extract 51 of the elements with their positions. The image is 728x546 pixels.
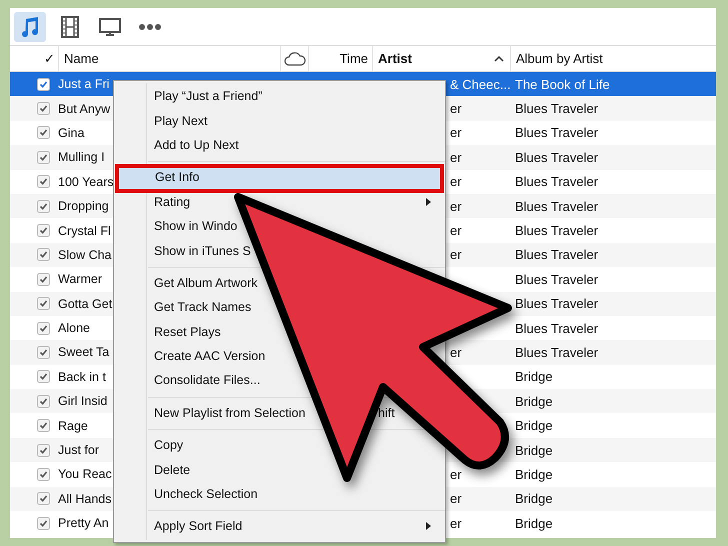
track-name: Slow Cha (58, 248, 112, 262)
album-name: Blues Traveler (515, 296, 598, 312)
album-name: Blues Traveler (515, 198, 598, 214)
album-name: Blues Traveler (515, 247, 598, 262)
track-name: Just a Fri (58, 77, 110, 92)
track-name: 100 Years (58, 174, 114, 189)
track-name: Alone (58, 321, 90, 336)
album-name: Blues Traveler (515, 320, 598, 336)
album-name: Blues Traveler (515, 101, 598, 116)
track-name: Dropping (58, 199, 109, 214)
artist-name: er (450, 198, 462, 214)
album-name: Bridge (515, 442, 553, 458)
artist-name: er (450, 466, 462, 482)
artist-name: er (450, 344, 462, 360)
track-name: Mulling I (58, 150, 105, 164)
album-name: Bridge (515, 466, 553, 482)
album-name: Blues Traveler (515, 125, 598, 140)
album-name: Blues Traveler (515, 272, 598, 287)
track-name: Rage (58, 418, 88, 433)
track-name: Girl Insid (58, 394, 108, 408)
album-name: Bridge (515, 491, 553, 506)
track-name: But Anyw (58, 102, 110, 116)
album-name: Blues Traveler (515, 174, 598, 190)
artist-name: er (450, 174, 462, 190)
track-name: Pretty An (58, 516, 109, 530)
track-name: Back in t (58, 370, 106, 384)
album-name: Bridge (515, 394, 553, 409)
artist-name: & Cheec... (450, 76, 511, 92)
track-name: Warmer (58, 272, 102, 286)
artist-name: er (450, 491, 462, 506)
artist-name: er (450, 223, 462, 238)
track-name: Sweet Ta (58, 345, 110, 360)
album-name: Blues Traveler (515, 223, 598, 238)
track-name: Gina (58, 126, 84, 140)
artist-name: er (450, 101, 462, 116)
artist-name: er (450, 516, 462, 531)
album-name: Blues Traveler (515, 150, 598, 165)
artist-name: er (450, 247, 462, 262)
album-name: The Book of Life (515, 76, 610, 92)
artist-name: er (450, 150, 462, 165)
artist-name: er (450, 125, 462, 140)
track-name: You Reac (58, 467, 112, 482)
shortcut-label: hift (378, 406, 395, 420)
album-name: Bridge (515, 418, 553, 434)
track-name: All Hands (58, 492, 112, 506)
album-name: Blues Traveler (515, 344, 598, 360)
track-name: Crystal Fl (58, 224, 111, 238)
track-name: Gotta Get (58, 296, 112, 311)
album-name: Bridge (515, 516, 553, 531)
album-name: Bridge (515, 369, 553, 384)
track-name: Just for (58, 443, 99, 458)
